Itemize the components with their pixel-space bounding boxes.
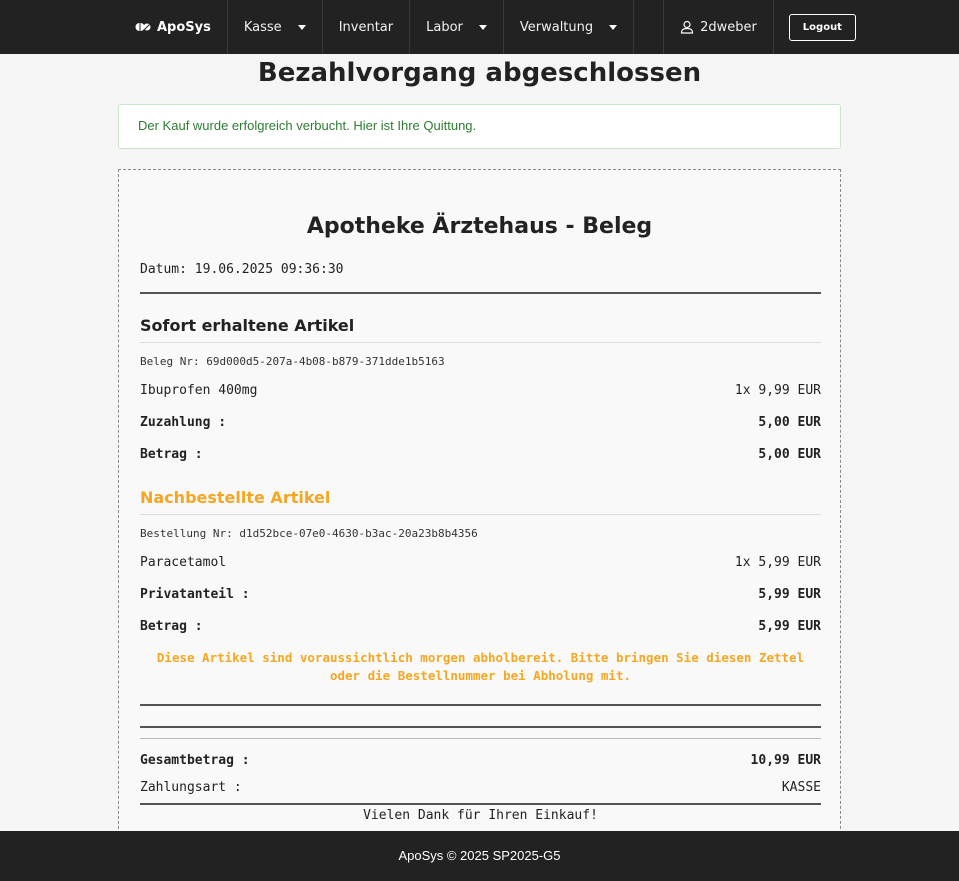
payment-label: Zahlungsart : — [140, 780, 242, 795]
line-item: Paracetamol 1x 5,99 EUR — [140, 555, 821, 570]
divider — [140, 292, 821, 294]
receipt-date: Datum: 19.06.2025 09:36:30 — [140, 262, 344, 277]
thanks-message: Vielen Dank für Ihren Einkauf! — [363, 808, 598, 823]
item-name: Ibuprofen 400mg — [140, 383, 258, 398]
private-share-value: 5,99 EUR — [758, 587, 821, 602]
footer: ApoSys © 2025 SP2025-G5 — [0, 831, 959, 881]
divider — [140, 342, 821, 343]
nav-user[interactable]: 2dweber — [664, 0, 774, 54]
payment-row: Zahlungsart : KASSE — [140, 780, 821, 795]
amount-value: 5,99 EUR — [758, 619, 821, 634]
amount-row: Betrag : 5,00 EUR — [140, 447, 821, 462]
payment-value: KASSE — [781, 780, 821, 795]
divider — [140, 803, 821, 805]
total-label: Gesamtbetrag : — [140, 753, 250, 768]
copay-label: Zuzahlung : — [140, 415, 227, 430]
item-qty-price: 1x 5,99 EUR — [734, 555, 821, 570]
nav-kasse[interactable]: Kasse — [228, 0, 323, 54]
navbar-inner: ApoSys Kasse Inventar Labor Verwaltung 2… — [119, 0, 856, 54]
receipt-title: Apotheke Ärztehaus - Beleg — [306, 214, 653, 239]
receipt-number: Beleg Nr: 69d000d5-207a-4b08-b879-371dde… — [140, 355, 445, 368]
caret-down-icon — [609, 24, 618, 30]
immediate-section-title: Sofort erhaltene Artikel — [140, 316, 355, 335]
nav-spacer — [634, 0, 665, 54]
item-qty-price: 1x 9,99 EUR — [734, 383, 821, 398]
nav-labor[interactable]: Labor — [410, 0, 504, 54]
nav-inventar[interactable]: Inventar — [323, 0, 411, 54]
receipt: Apotheke Ärztehaus - Beleg Datum: 19.06.… — [118, 169, 841, 869]
divider — [140, 704, 821, 706]
amount-label: Betrag : — [140, 619, 203, 634]
order-number: Bestellung Nr: d1d52bce-07e0-4630-b3ac-2… — [140, 527, 478, 540]
nav-verwaltung[interactable]: Verwaltung — [504, 0, 635, 54]
nav-inventar-label: Inventar — [338, 19, 394, 35]
divider — [140, 738, 821, 739]
divider — [140, 514, 821, 515]
user-name: 2dweber — [700, 19, 757, 35]
ordered-section-title: Nachbestellte Artikel — [140, 488, 331, 507]
user-icon — [681, 20, 694, 34]
logout-wrap: Logout — [774, 0, 856, 54]
total-value: 10,99 EUR — [750, 753, 821, 768]
copay-value: 5,00 EUR — [758, 415, 821, 430]
brand-label: ApoSys — [157, 19, 211, 35]
pills-icon — [135, 21, 151, 33]
copay-row: Zuzahlung : 5,00 EUR — [140, 415, 821, 430]
pickup-notice: Diese Artikel sind voraussichtlich morge… — [156, 650, 805, 683]
success-alert: Der Kauf wurde erfolgreich verbucht. Hie… — [118, 104, 841, 149]
nav-labor-label: Labor — [426, 19, 463, 35]
page-title: Bezahlvorgang abgeschlossen — [257, 58, 702, 88]
divider — [140, 726, 821, 728]
logout-button[interactable]: Logout — [788, 13, 856, 41]
brand-link[interactable]: ApoSys — [119, 0, 228, 54]
amount-row: Betrag : 5,99 EUR — [140, 619, 821, 634]
navbar: ApoSys Kasse Inventar Labor Verwaltung 2… — [0, 0, 959, 54]
caret-down-icon — [478, 24, 487, 30]
line-item: Ibuprofen 400mg 1x 9,99 EUR — [140, 383, 821, 398]
total-row: Gesamtbetrag : 10,99 EUR — [140, 753, 821, 768]
private-share-row: Privatanteil : 5,99 EUR — [140, 587, 821, 602]
caret-down-icon — [297, 24, 306, 30]
amount-value: 5,00 EUR — [758, 447, 821, 462]
amount-label: Betrag : — [140, 447, 203, 462]
nav-kasse-label: Kasse — [243, 19, 282, 35]
nav-verwaltung-label: Verwaltung — [519, 19, 594, 35]
private-share-label: Privatanteil : — [140, 587, 250, 602]
item-name: Paracetamol — [140, 555, 227, 570]
